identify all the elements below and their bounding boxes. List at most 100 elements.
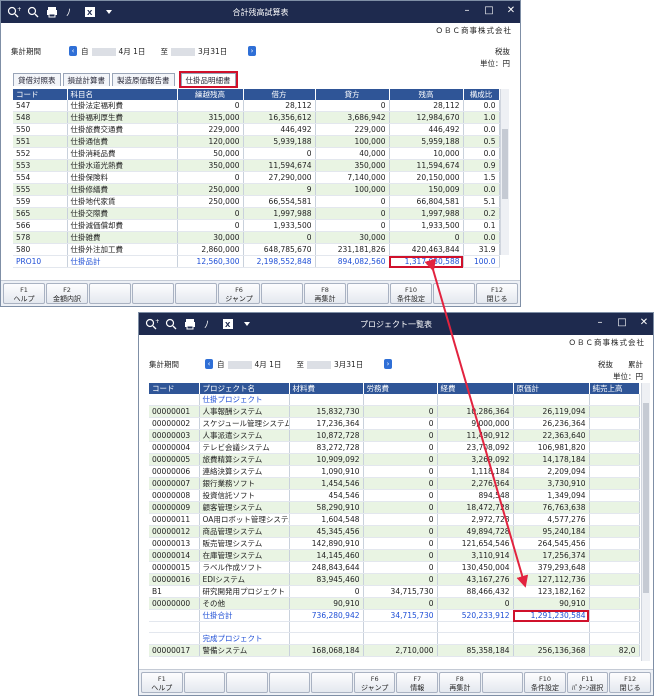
function-key-6[interactable]: F6 ジャンプ bbox=[218, 283, 260, 304]
table-row[interactable]: 00000013 販売管理システム 142,890,910 0 121,654,546 2… bbox=[149, 537, 640, 550]
total-row[interactable]: 仕掛合計 736,280,942 34,715,730 520,233,912 1,29… bbox=[149, 609, 640, 622]
col-credit[interactable]: 貸方 bbox=[315, 89, 390, 100]
excel-icon[interactable]: X bbox=[219, 316, 237, 332]
tab-income-statement[interactable]: 損益計算書 bbox=[62, 73, 110, 86]
function-key-1[interactable]: F1 ヘルプ bbox=[3, 283, 45, 304]
function-key-11[interactable]: F11 ﾊﾟﾀｰﾝ選択 bbox=[566, 672, 609, 693]
dropdown-icon[interactable] bbox=[238, 316, 256, 332]
function-key-9[interactable] bbox=[481, 672, 524, 693]
table-row[interactable]: 566 仕掛減価償却費 0 1,933,500 0 1,933,500 0.1 bbox=[13, 219, 500, 232]
table-row[interactable]: 00000002 スケジュール管理システム 17,236,364 0 9,000,000… bbox=[149, 417, 640, 430]
col-project-name[interactable]: プロジェクト名 bbox=[199, 383, 290, 394]
function-key-7[interactable] bbox=[261, 283, 303, 304]
function-key-1[interactable]: F1 ヘルプ bbox=[141, 672, 183, 693]
table-row[interactable]: 00000004 テレビ会議システム 83,272,728 0 23,708,092 10… bbox=[149, 441, 640, 454]
table-row[interactable]: 00000000 その他 90,910 0 0 90,910 bbox=[149, 597, 640, 610]
table-row[interactable]: 00000008 投資信託ソフト 454,546 0 894,548 1,349,094 bbox=[149, 489, 640, 502]
table-row[interactable]: 00000006 連絡決算システム 1,090,910 0 1,118,184 2,209… bbox=[149, 465, 640, 478]
table-row[interactable]: 00000017 警備システム 168,068,184 2,710,000 85,358… bbox=[149, 644, 640, 657]
function-key-6[interactable]: F6 ジャンプ bbox=[353, 672, 396, 693]
table-row[interactable]: 00000003 人事派遣システム 10,872,728 0 11,490,912 22,… bbox=[149, 429, 640, 442]
expense-cell: 23,708,092 bbox=[437, 441, 514, 454]
vertical-scrollbar[interactable] bbox=[641, 383, 650, 661]
col-account[interactable]: 科目名 bbox=[67, 89, 178, 100]
function-key-5[interactable] bbox=[175, 283, 217, 304]
vertical-scrollbar[interactable] bbox=[500, 89, 509, 255]
function-key-4[interactable] bbox=[268, 672, 311, 693]
prev-period-button[interactable]: ‹ bbox=[69, 46, 77, 56]
excel-icon[interactable]: X bbox=[81, 4, 99, 20]
print-icon[interactable] bbox=[181, 316, 199, 332]
table-row[interactable]: 00000007 銀行業務ソフト 1,454,546 0 2,276,364 3,730,… bbox=[149, 477, 640, 490]
function-key-4[interactable] bbox=[132, 283, 174, 304]
table-row[interactable]: 00000005 旅費精算システム 10,909,092 0 3,269,092 14,1… bbox=[149, 453, 640, 466]
magnifier-icon[interactable] bbox=[24, 4, 42, 20]
function-key-10[interactable]: F10 条件設定 bbox=[524, 672, 566, 693]
minimize-icon[interactable]: – bbox=[595, 317, 605, 329]
table-row[interactable]: 00000016 EDIシステム 83,945,460 0 43,167,276 127,… bbox=[149, 573, 640, 586]
pdf-icon[interactable]: ﾉ bbox=[200, 316, 218, 332]
col-material[interactable]: 材料費 bbox=[289, 383, 364, 394]
table-row[interactable]: 552 仕掛消耗品費 50,000 0 40,000 10,000 0.0 bbox=[13, 147, 500, 160]
col-ratio[interactable]: 構成比 bbox=[463, 89, 500, 100]
table-row[interactable]: 555 仕掛修繕費 250,000 9 100,000 150,009 0.0 bbox=[13, 183, 500, 196]
prev-period-button[interactable]: ‹ bbox=[205, 359, 213, 369]
zoom-in-icon[interactable]: + bbox=[5, 4, 23, 20]
table-row[interactable]: 578 仕掛雑費 30,000 0 30,000 0 0.0 bbox=[13, 231, 500, 244]
function-key-8[interactable]: F8 再集計 bbox=[304, 283, 346, 304]
function-key-5[interactable] bbox=[311, 672, 353, 693]
table-row[interactable]: B1 研究開発用プロジェクト 0 34,715,730 88,466,432 123,18… bbox=[149, 585, 640, 598]
col-cost-total[interactable]: 原価計 bbox=[513, 383, 590, 394]
function-key-3[interactable] bbox=[89, 283, 131, 304]
table-row[interactable]: 00000014 在庫管理システム 14,145,460 0 3,110,914 17,2… bbox=[149, 549, 640, 562]
function-key-12[interactable]: F12 閉じる bbox=[476, 283, 518, 304]
function-key-2[interactable]: F2 金額内訳 bbox=[46, 283, 88, 304]
table-row[interactable]: 00000012 商品管理システム 45,345,456 0 49,894,728 95,… bbox=[149, 525, 640, 538]
pdf-icon[interactable]: ﾉ bbox=[62, 4, 80, 20]
table-row[interactable]: 00000001 人事報酬システム 15,832,730 0 10,286,364 26,… bbox=[149, 405, 640, 418]
function-key-8[interactable]: F8 再集計 bbox=[439, 672, 481, 693]
function-key-3[interactable] bbox=[226, 672, 268, 693]
function-key-2[interactable] bbox=[183, 672, 226, 693]
table-row[interactable]: 553 仕掛水道光熱費 350,000 11,594,674 350,000 11,594… bbox=[13, 159, 500, 172]
col-carry[interactable]: 繰越残高 bbox=[177, 89, 244, 100]
maximize-icon[interactable]: □ bbox=[617, 317, 627, 329]
total-row[interactable]: PRO10 仕掛品計 12,560,300 2,198,552,848 894,082,… bbox=[13, 255, 500, 268]
table-row[interactable]: 00000009 顧客管理システム 58,290,910 0 18,472,728 76,… bbox=[149, 501, 640, 514]
table-row[interactable]: 565 仕掛交際費 0 1,997,988 0 1,997,988 0.2 bbox=[13, 207, 500, 220]
col-expense[interactable]: 経費 bbox=[437, 383, 514, 394]
table-row[interactable]: 00000011 OA用ロボット管理システム 1,604,548 0 2,972,728… bbox=[149, 513, 640, 526]
col-balance[interactable]: 残高 bbox=[389, 89, 464, 100]
next-period-button[interactable]: › bbox=[248, 46, 256, 56]
close-icon[interactable]: ✕ bbox=[506, 5, 516, 17]
function-key-12[interactable]: F12 閉じる bbox=[609, 672, 651, 693]
tab-wip-detail[interactable]: 仕掛品明細書 bbox=[178, 71, 238, 88]
col-code[interactable]: コード bbox=[13, 89, 68, 100]
table-row[interactable]: 547 仕掛法定福利費 0 28,112 0 28,112 0.0 bbox=[13, 100, 500, 112]
function-key-10[interactable]: F10 条件設定 bbox=[390, 283, 432, 304]
table-row[interactable]: 551 仕掛通信費 120,000 5,939,188 100,000 5,959,188… bbox=[13, 135, 500, 148]
col-labor[interactable]: 労務費 bbox=[363, 383, 438, 394]
col-debit[interactable]: 借方 bbox=[243, 89, 316, 100]
print-icon[interactable] bbox=[43, 4, 61, 20]
table-row[interactable]: 550 仕掛旅費交通費 229,000 446,492 229,000 446,492 0.… bbox=[13, 123, 500, 136]
col-net-sales[interactable]: 純売上高 bbox=[589, 383, 640, 394]
table-row[interactable]: 554 仕掛保険料 0 27,290,000 7,140,000 20,150,000 1.… bbox=[13, 171, 500, 184]
table-row[interactable]: 00000015 ラベル作成ソフト 248,843,644 0 130,450,004 3… bbox=[149, 561, 640, 574]
tab-manufacturing-cost[interactable]: 製造原価報告書 bbox=[112, 73, 175, 86]
table-row[interactable]: 559 仕掛地代家賃 250,000 66,554,581 0 66,804,581 5.1 bbox=[13, 195, 500, 208]
tab-balance-sheet[interactable]: 貸借対照表 bbox=[13, 73, 61, 86]
maximize-icon[interactable]: □ bbox=[484, 5, 494, 17]
table-row[interactable]: 548 仕掛福利厚生費 315,000 16,356,612 3,686,942 12,9… bbox=[13, 111, 500, 124]
function-key-9[interactable] bbox=[347, 283, 389, 304]
close-icon[interactable]: ✕ bbox=[639, 317, 649, 329]
function-key-7[interactable]: F7 情報 bbox=[396, 672, 439, 693]
minimize-icon[interactable]: – bbox=[462, 5, 472, 17]
next-period-button[interactable]: › bbox=[384, 359, 392, 369]
dropdown-icon[interactable] bbox=[100, 4, 118, 20]
function-key-11[interactable] bbox=[433, 283, 475, 304]
magnifier-icon[interactable] bbox=[162, 316, 180, 332]
zoom-in-icon[interactable]: + bbox=[143, 316, 161, 332]
table-row[interactable]: 580 仕掛外注加工費 2,860,000 648,785,670 231,181,82… bbox=[13, 243, 500, 256]
col-code[interactable]: コード bbox=[149, 383, 200, 394]
